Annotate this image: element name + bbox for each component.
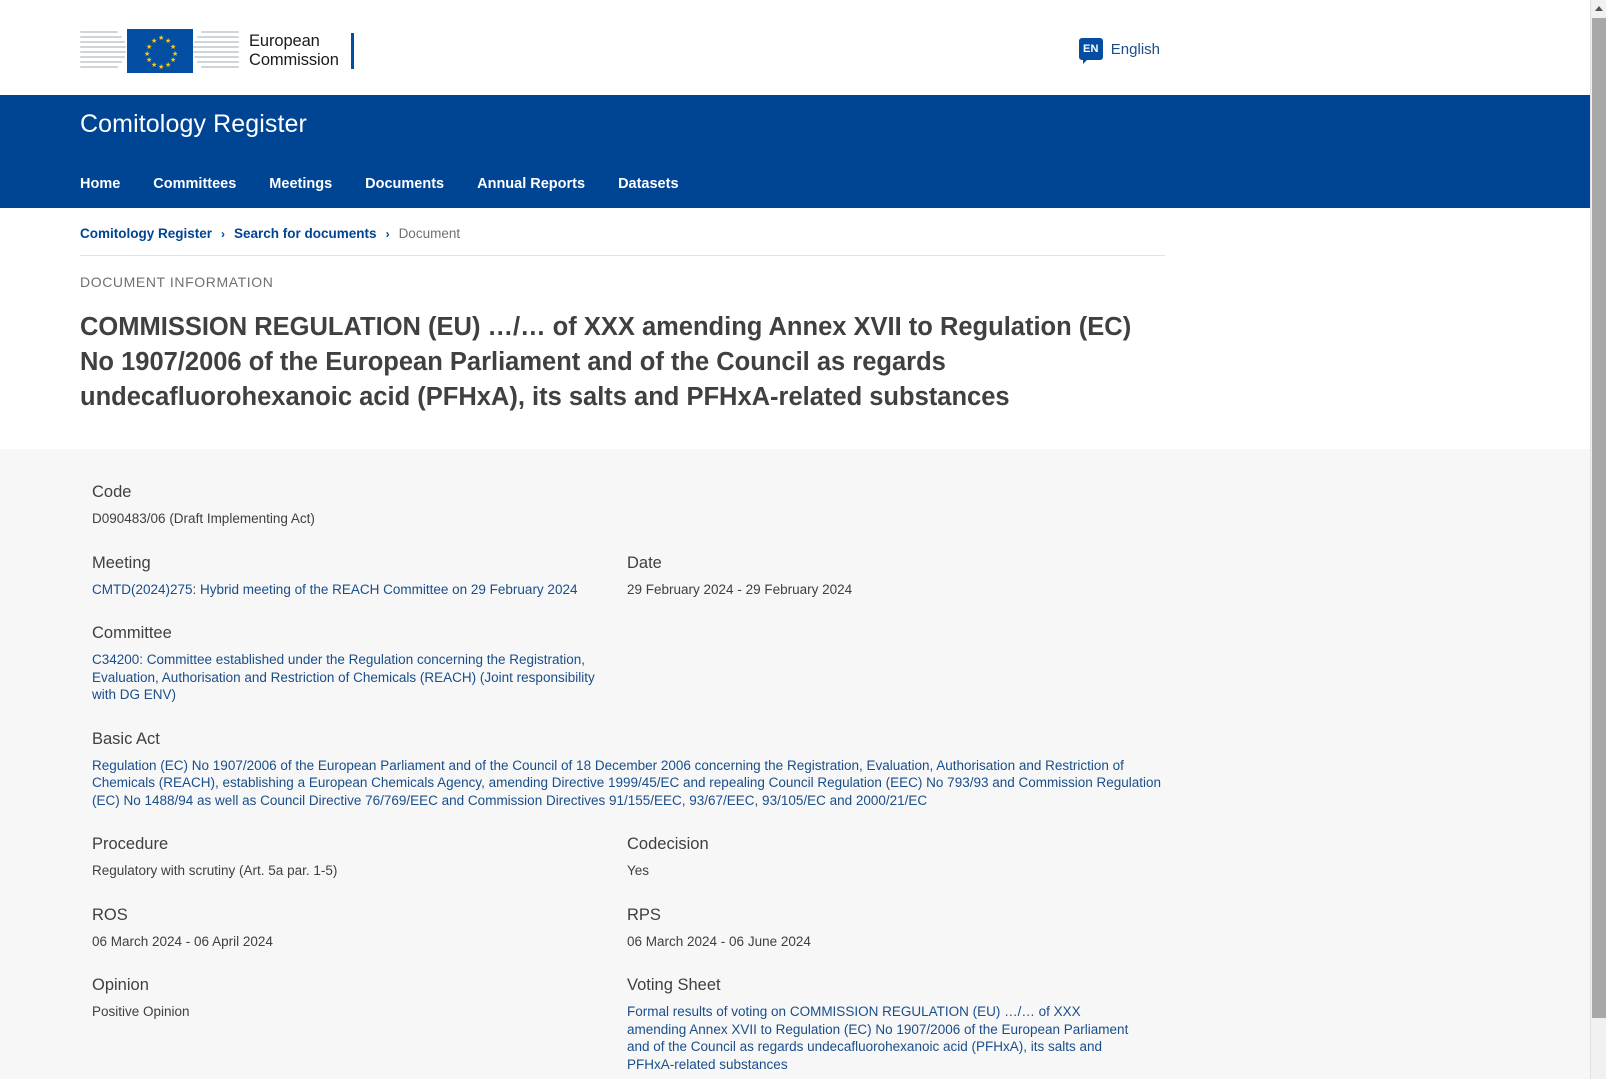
field-value-meeting-link[interactable]: CMTD(2024)275: Hybrid meeting of the REA… — [92, 581, 607, 599]
detail-row-ros-rps: ROS 06 March 2024 - 06 April 2024 RPS 06… — [92, 906, 1510, 951]
field-value-procedure: Regulatory with scrutiny (Art. 5a par. 1… — [92, 863, 338, 878]
field-committee: Committee C34200: Committee established … — [92, 624, 627, 704]
field-value-rps: 06 March 2024 - 06 June 2024 — [627, 933, 811, 949]
logo-text-line1: European — [249, 32, 320, 50]
section-eyebrow: DOCUMENT INFORMATION — [80, 274, 274, 290]
nav-item-datasets[interactable]: Datasets — [618, 176, 678, 192]
field-label-date: Date — [627, 553, 662, 572]
logo-text-line2: Commission — [249, 51, 339, 69]
field-value-voting-sheet-link[interactable]: Formal results of voting on COMMISSION R… — [627, 1003, 1142, 1073]
field-value-code: D090483/06 (Draft Implementing Act) — [92, 511, 315, 526]
field-label-code: Code — [92, 483, 132, 501]
page-root: ★ ★ ★ ★ ★ ★ ★ ★ ★ ★ ★ ★ European Commiss… — [0, 0, 1590, 1079]
field-meeting: Meeting CMTD(2024)275: Hybrid meeting of… — [92, 554, 627, 599]
top-bar: ★ ★ ★ ★ ★ ★ ★ ★ ★ ★ ★ ★ European Commiss… — [0, 0, 1590, 95]
field-procedure: Procedure Regulatory with scrutiny (Art.… — [92, 835, 627, 880]
field-label-procedure: Procedure — [92, 835, 169, 853]
field-label-basic-act: Basic Act — [92, 729, 160, 748]
page-scrollbar[interactable] — [1590, 0, 1606, 1079]
nav-item-meetings[interactable]: Meetings — [269, 176, 332, 192]
field-label-codecision: Codecision — [627, 835, 709, 853]
detail-row-opinion-voting-sheet: Opinion Positive Opinion Voting Sheet Fo… — [92, 976, 1510, 1073]
detail-row-committee: Committee C34200: Committee established … — [92, 624, 1510, 704]
field-ros: ROS 06 March 2024 - 06 April 2024 — [92, 906, 627, 951]
nav-item-annual-reports[interactable]: Annual Reports — [477, 176, 585, 192]
document-details-panel: Code D090483/06 (Draft Implementing Act)… — [0, 449, 1590, 1079]
field-value-date: 29 February 2024 - 29 February 2024 — [627, 581, 853, 597]
eu-flag-icon: ★ ★ ★ ★ ★ ★ ★ ★ ★ ★ ★ ★ — [127, 29, 193, 73]
breadcrumb-item-document: Document — [398, 226, 461, 241]
field-label-meeting: Meeting — [92, 553, 151, 572]
field-codecision: Codecision Yes — [627, 835, 1162, 880]
nav-item-home[interactable]: Home — [80, 176, 120, 192]
detail-row-code: Code D090483/06 (Draft Implementing Act) — [92, 483, 1510, 528]
nav-item-documents[interactable]: Documents — [365, 176, 444, 192]
field-voting-sheet: Voting Sheet Formal results of voting on… — [627, 976, 1162, 1073]
detail-row-meeting-date: Meeting CMTD(2024)275: Hybrid meeting of… — [92, 554, 1510, 599]
field-code: Code D090483/06 (Draft Implementing Act) — [92, 483, 1167, 528]
field-value-basic-act-link[interactable]: Regulation (EC) No 1907/2006 of the Euro… — [92, 757, 1167, 810]
field-value-opinion: Positive Opinion — [92, 1004, 190, 1019]
logo-accent-bar — [350, 33, 354, 69]
page-title: COMMISSION REGULATION (EU) …/… of XXX am… — [80, 313, 1132, 411]
detail-row-procedure-codecision: Procedure Regulatory with scrutiny (Art.… — [92, 835, 1510, 880]
scrollbar-up-arrow-icon[interactable] — [1591, 0, 1606, 17]
breadcrumb-item-search-for-documents[interactable]: Search for documents — [234, 226, 377, 241]
field-date: Date 29 February 2024 - 29 February 2024 — [627, 554, 1162, 599]
field-value-ros: 06 March 2024 - 06 April 2024 — [92, 933, 273, 949]
field-label-rps: RPS — [627, 905, 661, 924]
nav-item-committees[interactable]: Committees — [153, 176, 236, 192]
field-value-committee-link[interactable]: C34200: Committee established under the … — [92, 651, 607, 704]
field-label-opinion: Opinion — [92, 976, 149, 994]
field-basic-act: Basic Act Regulation (EC) No 1907/2006 o… — [92, 730, 1167, 810]
field-opinion: Opinion Positive Opinion — [92, 976, 627, 1073]
logo-lines-right-icon — [193, 29, 239, 73]
breadcrumb-item-comitology-register[interactable]: Comitology Register — [80, 226, 212, 241]
logo-lines-left-icon — [80, 29, 126, 73]
field-rps: RPS 06 March 2024 - 06 June 2024 — [627, 906, 1162, 951]
breadcrumb-separator-icon: › — [221, 226, 226, 241]
language-code-icon: EN — [1078, 38, 1103, 64]
breadcrumb-separator-icon: › — [385, 226, 390, 241]
document-heading-section: DOCUMENT INFORMATION COMMISSION REGULATI… — [0, 256, 1590, 415]
site-title[interactable]: Comitology Register — [80, 110, 307, 139]
language-label: English — [1110, 40, 1160, 58]
site-header: Comitology Register Home Committees Meet… — [0, 95, 1590, 208]
logo-wordmark: European Commission — [249, 32, 339, 70]
language-selector[interactable]: EN English — [1078, 38, 1160, 64]
field-value-codecision: Yes — [627, 863, 650, 878]
detail-row-basic-act: Basic Act Regulation (EC) No 1907/2006 o… — [92, 730, 1510, 810]
breadcrumb-wrapper: Comitology Register › Search for documen… — [0, 208, 1590, 256]
scrollbar-thumb[interactable] — [1592, 18, 1606, 1018]
field-label-voting-sheet: Voting Sheet — [627, 976, 721, 994]
main-navigation: Home Committees Meetings Documents Annua… — [80, 176, 679, 192]
field-label-ros: ROS — [92, 905, 128, 924]
field-label-committee: Committee — [92, 624, 172, 642]
breadcrumb: Comitology Register › Search for documen… — [80, 226, 1165, 256]
european-commission-logo[interactable]: ★ ★ ★ ★ ★ ★ ★ ★ ★ ★ ★ ★ European Commiss… — [80, 28, 354, 74]
